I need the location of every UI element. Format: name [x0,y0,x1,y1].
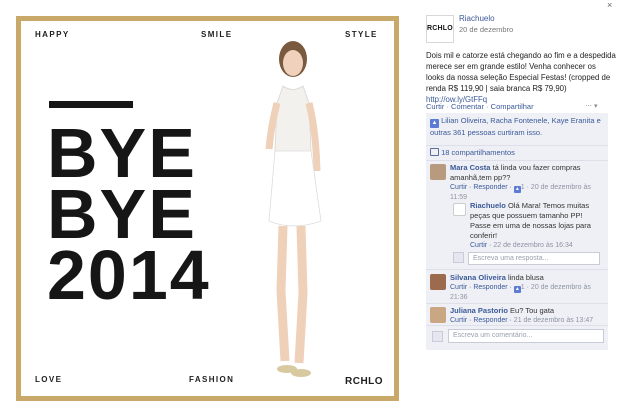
post-text: Dois mil e catorze está chegando ao fim … [426,50,616,105]
comment-item: Silvana Oliveira linda blusa Curtir · Re… [450,273,604,303]
brand-logo: RCHLO [345,376,384,387]
comment-input[interactable]: Escreva um comentário... [448,329,604,343]
comments-panel: ▲ Lilian Oliveira, Racha Fontenele, Kaye… [426,113,608,350]
comment-meta: Curtir · Responder · ▲1 · 20 de dezembro… [450,284,591,301]
headline-line-3: 2014 [47,236,211,314]
comment-reply: Riachuelo Olá Mara! Temos muitas peças q… [470,201,604,251]
likes-row: ▲ Lilian Oliveira, Racha Fontenele, Kaye… [430,116,606,138]
share-menu-icon[interactable]: ⋯ ▾ [585,102,597,110]
reply-input[interactable]: Escreva uma resposta... [468,252,600,265]
post-date[interactable]: 20 de dezembro [459,25,513,34]
comment-author[interactable]: Silvana Oliveira [450,273,506,282]
thumbs-up-icon: ▲ [513,186,521,193]
comment-meta: Curtir · 22 de dezembro às 16:34 [470,242,573,249]
reply-avatar [453,252,464,263]
comment-text: linda blusa [507,273,544,282]
photo-frame[interactable]: HAPPY SMILE STYLE BYE BYE 2014 LOVE FASH… [16,16,399,401]
headline-bar [49,101,133,108]
word-love: LOVE [35,375,63,384]
shares-count[interactable]: 18 compartilhamentos [441,148,515,157]
thumbs-up-icon: ▲ [430,119,439,128]
page-name-link[interactable]: Riachuelo [459,14,495,23]
photo: HAPPY SMILE STYLE BYE BYE 2014 LOVE FASH… [21,21,394,396]
comment-avatar [432,331,443,342]
share-icon [430,148,439,156]
word-happy: HAPPY [35,30,70,39]
shares-row: 18 compartilhamentos [430,148,612,158]
comment-text: Eu? Tou gata [510,306,555,315]
comment-meta: Curtir · Responder · ▲1 · 20 de dezembro… [450,184,591,201]
comment-item: Mara Costa tá linda vou fazer compras am… [450,163,604,203]
avatar[interactable] [453,203,466,216]
comment-item: Juliana Pastorio Eu? Tou gata Curtir · R… [450,306,604,326]
word-fashion: FASHION [189,375,235,384]
page-avatar[interactable]: RCHLO [426,15,454,43]
facebook-photo-viewer: HAPPY SMILE STYLE BYE BYE 2014 LOVE FASH… [0,0,620,415]
post-actions: Curtir · Comentar · Compartilhar [426,102,534,111]
thumbs-up-icon: ▲ [513,286,521,293]
share-link[interactable]: Compartilhar [491,102,534,111]
post-body: Dois mil e catorze está chegando ao fim … [426,51,616,93]
like-link[interactable]: Curtir [426,102,444,111]
comment-link[interactable]: Comentar [451,102,484,111]
comment-author[interactable]: Mara Costa [450,163,490,172]
likes-text[interactable]: Lilian Oliveira, Racha Fontenele, Kaye E… [430,116,601,137]
model-figure [265,41,322,377]
close-icon[interactable]: × [607,0,612,10]
comment-author[interactable]: Juliana Pastorio [450,306,508,315]
avatar[interactable] [430,307,446,323]
avatar[interactable] [430,274,446,290]
word-style: STYLE [345,30,378,39]
comment-author[interactable]: Riachuelo [470,201,506,210]
avatar[interactable] [430,164,446,180]
word-smile: SMILE [201,30,233,39]
